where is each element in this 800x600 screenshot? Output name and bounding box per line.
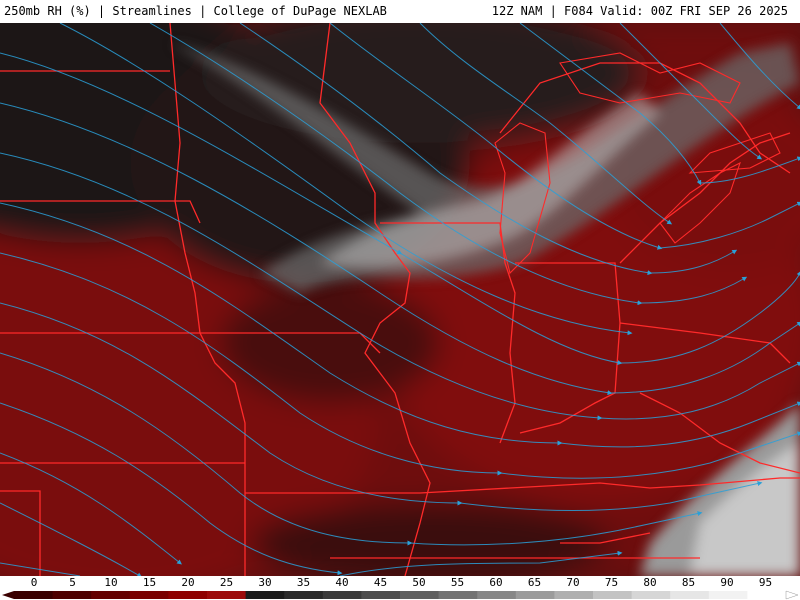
legend-color-swatch (91, 591, 131, 599)
legend-tick-label: 50 (412, 576, 426, 589)
legend-color-swatch (361, 591, 401, 599)
legend-tick-label: 70 (566, 576, 580, 589)
legend-tick-label: 95 (758, 576, 773, 589)
legend-color-swatch (322, 591, 362, 599)
legend-color-swatch (593, 591, 633, 599)
legend-color-swatch (14, 591, 54, 599)
legend-color-swatch (477, 591, 517, 599)
model-run-valid-time: 12Z NAM | F084 Valid: 00Z FRI SEP 26 202… (491, 4, 788, 18)
legend-color-swatch (168, 591, 208, 599)
legend-tick-label: 35 (296, 576, 311, 589)
legend-color-swatch (400, 591, 440, 599)
legend-color-swatch (515, 591, 555, 599)
legend-min-arrow (2, 591, 14, 599)
legend-tick-label: 90 (720, 576, 734, 589)
legend-color-swatch (52, 591, 92, 599)
legend-max-arrow (785, 590, 799, 600)
legend-tick-labels: 0 5 10 15 20 25 30 35 40 45 50 55 60 65 70 75 80 85 90 95 (0, 576, 800, 589)
legend-tick-label: 80 (643, 576, 657, 589)
legend-tick-label: 55 (450, 576, 465, 589)
rh-streamline-map (0, 23, 800, 576)
legend-tick-label: 30 (258, 576, 272, 589)
legend-color-swatch (284, 591, 324, 599)
product-title: 250mb RH (%) | Streamlines | College of … (4, 4, 387, 18)
header-bar: 250mb RH (%) | Streamlines | College of … (0, 0, 800, 23)
legend-color-swatch (554, 591, 594, 599)
legend-tick-label: 0 (30, 576, 38, 589)
legend-tick-label: 85 (681, 576, 696, 589)
legend-tick-label: 20 (181, 576, 195, 589)
weather-map-frame: 250mb RH (%) | Streamlines | College of … (0, 0, 800, 600)
legend-color-swatch (207, 591, 247, 599)
legend-colorbar (2, 590, 799, 600)
legend-tick-label: 60 (489, 576, 503, 589)
legend-tick-label: 65 (527, 576, 542, 589)
legend-color-swatch (747, 591, 787, 599)
legend-tick-label: 10 (104, 576, 118, 589)
legend-tick-label: 15 (142, 576, 157, 589)
legend-color-swatch (708, 591, 748, 599)
legend-tick-label: 40 (335, 576, 349, 589)
legend-color-swatch (245, 591, 285, 599)
legend-tick-label: 25 (219, 576, 234, 589)
legend-tick-label: 45 (373, 576, 388, 589)
legend-color-swatch (670, 591, 710, 599)
legend-color-swatch (438, 591, 478, 599)
legend-tick-label: 5 (69, 576, 76, 589)
legend-tick-label: 75 (604, 576, 619, 589)
legend-color-swatch (129, 591, 169, 599)
color-legend: 0 5 10 15 20 25 30 35 40 45 50 55 60 65 70 75 80 85 90 95 (0, 576, 800, 600)
legend-color-swatch (631, 591, 671, 599)
